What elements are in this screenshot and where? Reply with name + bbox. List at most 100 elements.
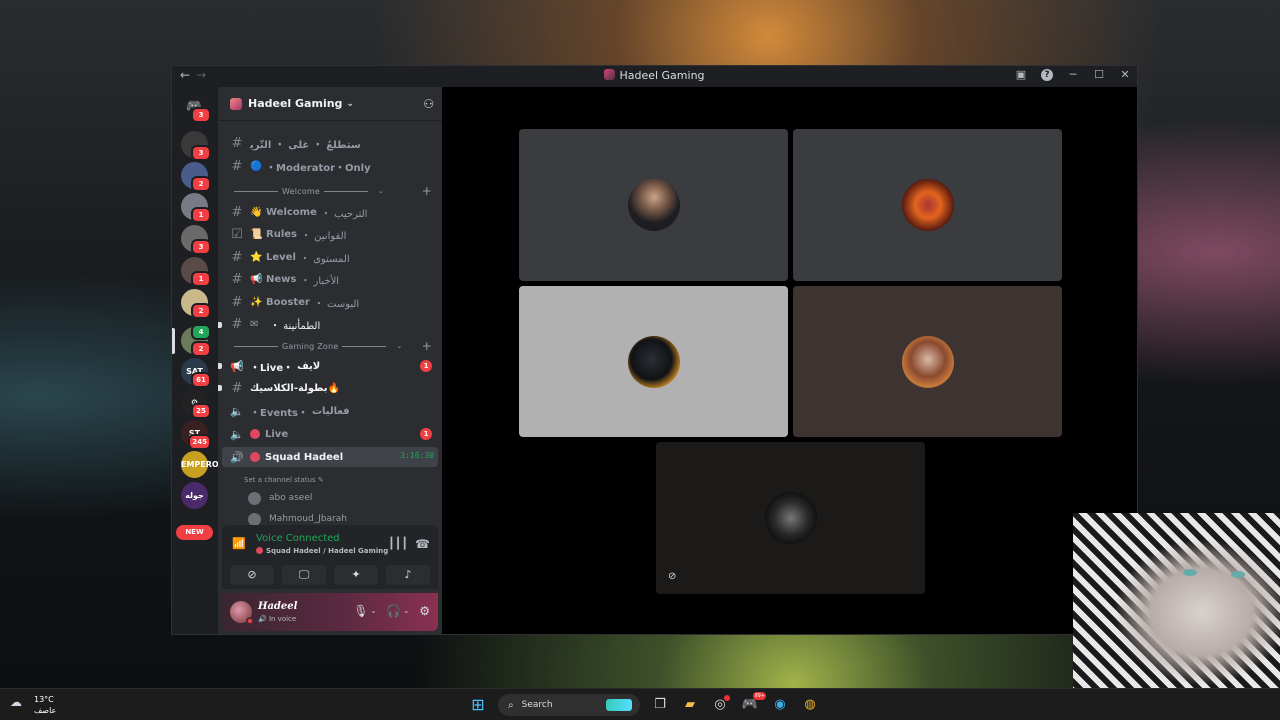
participant-tile[interactable] (519, 286, 788, 437)
channel-item[interactable]: # ✉ ・ الطمأنينة (218, 315, 438, 335)
channel-status-prompt[interactable]: Set a channel status ✎ (244, 476, 324, 484)
server-icon (604, 69, 616, 80)
category-welcome[interactable]: Welcome ⌄ + (230, 183, 432, 199)
mention-badge: 2 (191, 303, 211, 319)
noise-suppression-icon[interactable]: ┃┃┃ (388, 537, 408, 550)
taskbar-search[interactable]: ⌕ Search (498, 694, 640, 716)
server-icon-button[interactable]: 3 (181, 225, 211, 255)
channel-item[interactable]: # 🔵 ・Moderator・Only (222, 156, 438, 176)
channel-emoji: ✨ (250, 296, 263, 308)
server-initials: EMPEROR (181, 460, 225, 469)
server-icon-button[interactable]: EMPEROR (181, 451, 225, 478)
mention-badge: 1 (191, 271, 211, 287)
server-icon-button[interactable]: 3 (181, 131, 211, 161)
participant-tile[interactable] (793, 286, 1062, 437)
server-icon-button[interactable]: 1 (181, 193, 211, 223)
channel-item[interactable]: # 👋 Welcome ・ الترحيب (222, 202, 438, 222)
temperature: 13°C (34, 695, 54, 704)
avatar (901, 335, 954, 388)
file-explorer-icon[interactable]: ▰ (680, 695, 700, 715)
channel-item-events[interactable]: 🔈 ・Events・ فعاليات (222, 401, 438, 421)
activities-button[interactable]: ✦ (334, 565, 378, 585)
disconnect-icon[interactable]: ☎ (415, 537, 430, 551)
discord-home-button[interactable]: 🎮 3 (181, 93, 211, 123)
channel-sidebar: Hadeel Gaming ⌄ ⚇ # ﺳﺘﻄﻠﻊُ ・ ﻏﻠﻰ ・ ﺍﻟﺘّﺮ… (218, 87, 442, 634)
server-icon-button[interactable]: 1 (181, 257, 211, 287)
inbox-icon[interactable]: ▣ (1015, 68, 1027, 81)
windows-start-icon[interactable]: ⊞ (468, 695, 488, 715)
weather-widget[interactable]: ☁ 13°C عاصف (10, 694, 56, 716)
mention-badge: 3 (191, 145, 211, 161)
channel-name: Live (265, 428, 289, 440)
voice-channel-subtitle[interactable]: Squad Hadeel / Hadeel Gaming (256, 547, 388, 555)
microphone-icon[interactable]: 🎙 (353, 604, 368, 618)
speaker-icon: 🔊 (230, 450, 244, 464)
channel-item[interactable]: # ﺳﺘﻄﻠﻊُ ・ ﻏﻠﻰ ・ ﺍﻟﺘّﺮﻳ (222, 133, 438, 153)
hash-icon: # (231, 204, 243, 220)
edge-browser-icon[interactable]: ◉ (770, 695, 790, 715)
avatar[interactable] (230, 601, 254, 625)
voice-action-buttons: ⊘ 🖵 ✦ ♪ (230, 565, 430, 585)
avatar (764, 492, 817, 544)
minimize-button[interactable]: ─ (1067, 68, 1079, 81)
user-name[interactable]: Hadeel (258, 601, 297, 612)
participant-tile[interactable] (519, 129, 788, 281)
maximize-button[interactable]: ☐ (1093, 68, 1105, 81)
divider (342, 345, 387, 347)
channel-item[interactable]: # ✨ Booster ・ البوست (222, 292, 438, 312)
participant-tile[interactable] (793, 129, 1062, 281)
avatar (627, 335, 680, 388)
category-gaming-zone[interactable]: Gaming Zone ⌄ + (230, 338, 432, 354)
mention-badge: 1 (420, 360, 432, 372)
channel-item-live-voice[interactable]: 🔈 Live 1 (222, 424, 438, 444)
add-channel-icon[interactable]: + (422, 183, 432, 199)
hash-icon: # (231, 317, 243, 332)
server-icon-button[interactable]: ⚙25 (181, 389, 211, 419)
channel-item-tournament[interactable]: # بطولة-الكلاسيك🔥 (218, 378, 438, 398)
channel-item[interactable]: # 📢 News ・ الأخبار (222, 270, 438, 290)
channel-item[interactable]: ☑ 📜 Rules ・ القوانين (222, 225, 438, 245)
channel-item-live[interactable]: 📢 ・Live・ لايف 1 (218, 356, 438, 376)
screen-share-button[interactable]: 🖵 (282, 565, 326, 585)
channel-emoji: 📢 (250, 274, 263, 285)
signal-icon[interactable]: 📶 (232, 537, 246, 550)
chrome-browser-icon[interactable]: ◍ (800, 695, 820, 715)
server-icon-button[interactable]: ST245 (181, 420, 211, 450)
add-channel-icon[interactable]: + (422, 338, 432, 354)
mention-badge: 1 (420, 428, 432, 440)
headphones-icon[interactable]: 🎧 (386, 604, 401, 618)
avatar (627, 179, 680, 231)
server-icon-button[interactable]: 24 (181, 324, 211, 357)
soundboard-button[interactable]: ♪ (386, 565, 430, 585)
server-icon-button[interactable]: SAT61 (181, 358, 211, 388)
channel-name: بطولة-الكلاسيك🔥 (250, 382, 341, 394)
server-name: Hadeel Gaming (248, 97, 343, 110)
camera-off-button[interactable]: ⊘ (230, 565, 274, 585)
server-header[interactable]: Hadeel Gaming ⌄ ⚇ (218, 87, 442, 121)
voice-subtitle-text: Squad Hadeel / Hadeel Gaming (266, 547, 389, 555)
chevron-down-icon[interactable]: ⌄ (403, 604, 409, 618)
channel-item[interactable]: # ⭐ Level ・ المستوى (222, 247, 438, 267)
voice-member[interactable]: abo aseel (248, 490, 312, 506)
channel-item-squad-hadeel[interactable]: 🔊 Squad Hadeel 3:16:30 (222, 447, 438, 467)
search-icon: ⌕ (508, 699, 514, 711)
invite-people-icon[interactable]: ⚇ (423, 97, 434, 111)
voice-status-title[interactable]: Voice Connected (256, 533, 340, 544)
participant-tile[interactable]: ⊘ (656, 442, 925, 594)
discord-notification-badge: 99+ (753, 692, 766, 700)
webcam-feature (1231, 571, 1245, 578)
channel-name-ar: ・ الترحيب (320, 208, 368, 220)
title-bar: ← → Hadeel Gaming ▣ ? ─ ☐ ✕ (172, 66, 1137, 87)
discord-taskbar-icon[interactable]: 🎮 99+ (740, 692, 766, 715)
server-icon-button[interactable]: 2 (181, 162, 211, 192)
server-icon-button[interactable]: جوله (181, 482, 208, 509)
task-view-icon[interactable]: ❐ (650, 695, 670, 715)
gear-icon[interactable]: ⚙ (419, 604, 430, 618)
new-badge[interactable]: NEW (176, 525, 213, 540)
chevron-down-icon[interactable]: ⌄ (371, 604, 377, 618)
close-button[interactable]: ✕ (1119, 68, 1131, 81)
app-icon[interactable]: ◎ (710, 695, 730, 715)
help-icon[interactable]: ? (1041, 68, 1053, 81)
server-icon-button[interactable]: 2 (181, 289, 211, 319)
member-name: Mahmoud_Jbarah (269, 514, 347, 524)
